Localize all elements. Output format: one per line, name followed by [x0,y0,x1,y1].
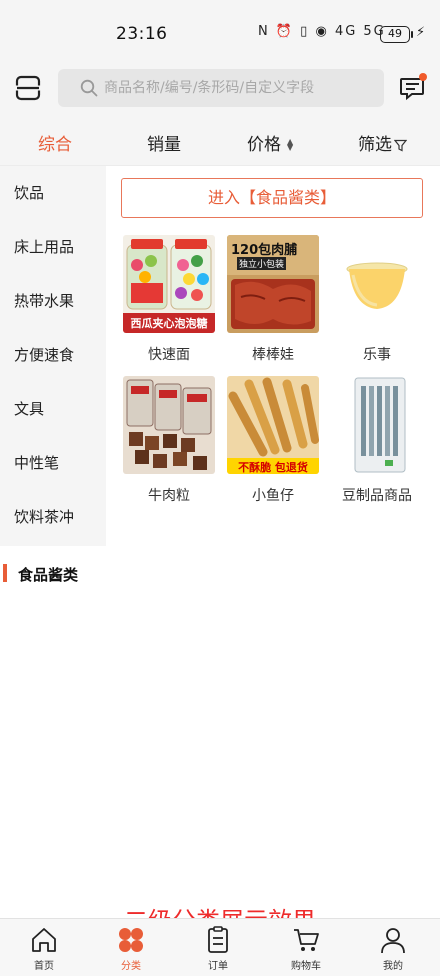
section-accent-bar [3,564,7,582]
sort-tab-price-label: 价格 [247,135,281,155]
product-item[interactable]: 乐事 [331,235,427,365]
product-image-text: 西瓜夹心泡泡糖 [130,317,208,330]
product-image: 不酥脆 包退货 [227,376,319,474]
sidebar-item-stationery[interactable]: 文具 [0,382,106,436]
nav-home[interactable]: 首页 [14,925,74,975]
section-header: 食品酱类 [0,560,440,588]
nav-cart-label: 购物车 [291,961,321,972]
battery-tip [411,31,413,38]
product-image-subtext: 独立小包装 [237,257,287,270]
cart-icon [294,929,319,951]
product-name: 小鱼仔 [252,488,294,504]
product-name: 快速面 [148,347,190,363]
sidebar-item-bedding[interactable]: 床上用品 [0,220,106,274]
sidebar-item-instant-food[interactable]: 方便速食 [0,328,106,382]
nav-profile-label: 我的 [383,961,403,972]
bottom-nav: 首页 分类 订单 购物车 我的 [0,918,440,976]
search-input[interactable] [104,69,374,107]
status-bar: 23:16 N ⏰ ▯ ◉ 4G 5G 49 ⚡ [0,0,440,62]
home-icon [32,928,56,952]
nav-home-label: 首页 [34,961,54,972]
nav-orders-label: 订单 [208,961,228,972]
product-image: 120包肉脯 独立小包装 [227,235,319,333]
sidebar-item-drinks[interactable]: 饮品 [0,166,106,220]
message-button[interactable] [398,72,428,102]
product-item[interactable]: 牛肉粒 [123,376,219,506]
product-image [331,235,423,333]
subcategory-panel: 进入【食品酱类】 西瓜夹心泡泡糖 快速面 120包肉脯 独立小包装 棒棒娃 乐事… [106,166,440,546]
sort-tab-comprehensive[interactable]: 综合 [38,130,72,155]
charging-icon: ⚡ [416,25,426,40]
product-name: 牛肉粒 [148,488,190,504]
product-image [331,376,423,474]
header [0,62,440,114]
sort-tab-price[interactable]: 价格 ▲ ▼ [247,130,293,155]
product-image-text: 120包肉脯 [231,243,298,258]
product-image [123,376,215,474]
sort-tab-sales[interactable]: 销量 [147,130,181,155]
sort-arrows-icon: ▲ ▼ [287,137,294,152]
product-name: 豆制品商品 [342,488,412,504]
status-time: 23:16 [116,24,168,44]
category-sidebar: 饮品 床上用品 热带水果 方便速食 文具 中性笔 饮料茶冲 [0,166,106,546]
message-icon [400,73,427,101]
nav-category-label: 分类 [121,961,141,972]
user-icon [381,928,405,954]
product-image-text: 不酥脆 包退货 [238,461,308,474]
sidebar-item-tropical-fruit[interactable]: 热带水果 [0,274,106,328]
product-item[interactable]: 120包肉脯 独立小包装 棒棒娃 [227,235,323,365]
nav-category[interactable]: 分类 [101,925,161,975]
nav-profile[interactable]: 我的 [363,925,423,975]
section-title: 食品酱类 [18,566,79,584]
sort-bar: 综合 销量 价格 ▲ ▼ 筛选 [0,114,440,166]
filter-icon [394,139,407,151]
category-icon [119,928,143,952]
product-item[interactable]: 豆制品商品 [331,376,427,506]
sidebar-item-beverage-tea[interactable]: 饮料茶冲 [0,490,106,544]
product-name: 乐事 [363,347,391,363]
nav-cart[interactable]: 购物车 [276,925,336,975]
product-item[interactable]: 不酥脆 包退货 小鱼仔 [227,376,323,506]
sidebar-item-gel-pen[interactable]: 中性笔 [0,436,106,490]
product-item[interactable]: 西瓜夹心泡泡糖 快速面 [123,235,219,365]
enter-category-button[interactable]: 进入【食品酱类】 [121,178,423,218]
scan-button[interactable] [14,74,42,102]
notification-dot [419,73,427,81]
product-name: 棒棒娃 [252,347,294,363]
product-image: 西瓜夹心泡泡糖 [123,235,215,333]
sort-tab-filter[interactable]: 筛选 [358,130,407,155]
status-icons: N ⏰ ▯ ◉ 4G 5G [258,24,386,39]
battery-icon: 49 [380,26,410,43]
search-box[interactable] [58,69,384,107]
search-icon [80,79,98,97]
order-icon [208,926,228,953]
scan-icon [14,75,42,101]
sort-tab-filter-label: 筛选 [358,135,392,155]
nav-orders[interactable]: 订单 [188,925,248,975]
